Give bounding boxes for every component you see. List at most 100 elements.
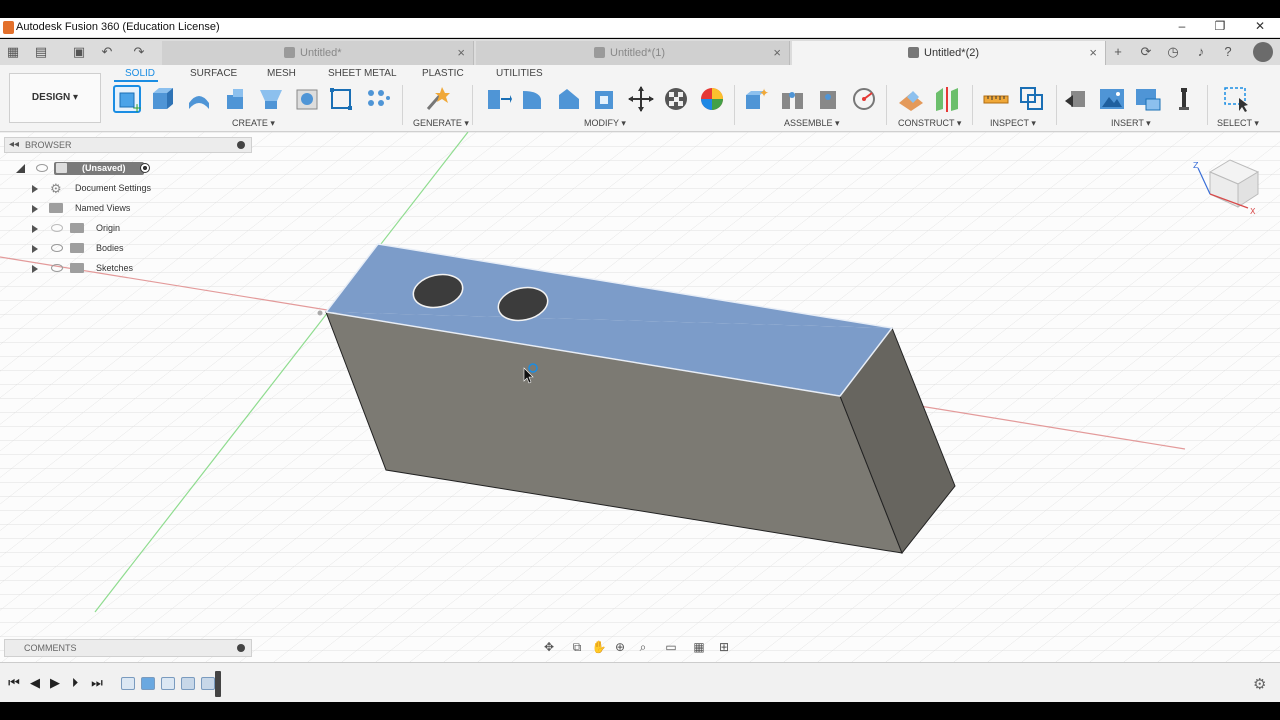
create-sketch-icon[interactable]: +	[113, 85, 142, 115]
redo-icon[interactable]: ↷	[130, 43, 148, 61]
tab-untitled-1[interactable]: Untitled*(1) ×	[476, 41, 790, 65]
measure-ruler-icon[interactable]	[982, 85, 1010, 113]
move-copy-icon[interactable]	[627, 85, 655, 113]
appearance-checker-icon[interactable]	[662, 85, 690, 113]
panel-pin-icon[interactable]	[237, 141, 245, 149]
expand-triangle-icon[interactable]	[32, 265, 38, 273]
display-settings-icon[interactable]: ▭	[662, 640, 680, 654]
tab-close-icon[interactable]: ×	[1089, 45, 1097, 60]
go-to-start-icon[interactable]: ⏮	[6, 675, 22, 691]
design-workspace-button[interactable]: DESIGN ▾	[9, 73, 101, 123]
offset-plane-icon[interactable]	[897, 85, 925, 113]
midplane-icon[interactable]	[933, 85, 961, 113]
visibility-eye-icon[interactable]	[51, 244, 63, 252]
help-icon[interactable]: ?	[1219, 43, 1237, 61]
visibility-eye-icon[interactable]	[36, 164, 48, 172]
grid-settings-icon[interactable]: ▦	[690, 640, 708, 654]
tab-utilities[interactable]: UTILITIES	[496, 68, 543, 79]
viewports-icon[interactable]: ⊞	[715, 640, 733, 654]
select-window-icon[interactable]	[1222, 85, 1250, 113]
timeline-hole-feature[interactable]	[201, 677, 215, 690]
orbit-icon[interactable]: ✥	[540, 640, 558, 654]
pattern-icon[interactable]	[363, 85, 391, 113]
as-built-joint-icon[interactable]	[814, 85, 842, 113]
step-back-icon[interactable]: ◀	[27, 675, 43, 691]
pan-hand-icon[interactable]: ✋	[590, 640, 608, 654]
new-component-icon[interactable]: ✦	[743, 85, 771, 113]
physical-material-icon[interactable]	[698, 85, 726, 113]
notifications-bell-icon[interactable]: ♪	[1192, 43, 1210, 61]
revolve-icon[interactable]	[185, 85, 213, 113]
tab-surface[interactable]: SURFACE	[190, 68, 237, 79]
timeline-sketch-feature[interactable]	[121, 677, 135, 690]
minimize-button[interactable]: –	[1172, 19, 1192, 33]
tab-close-icon[interactable]: ×	[773, 45, 781, 60]
browser-item-document-settings[interactable]: ⚙ Document Settings	[32, 181, 252, 197]
close-button[interactable]: ✕	[1250, 19, 1270, 33]
modify-group-label[interactable]: MODIFY ▾	[584, 118, 626, 129]
expand-triangle-icon[interactable]	[32, 225, 38, 233]
tab-mesh[interactable]: MESH	[267, 68, 296, 79]
new-tab-plus-icon[interactable]: +	[1109, 43, 1127, 61]
expand-triangle-icon[interactable]	[32, 245, 38, 253]
data-panel-grid-icon[interactable]: ▦	[4, 43, 22, 61]
maximize-button[interactable]: ❐	[1210, 19, 1230, 33]
expand-triangle-icon[interactable]	[32, 205, 38, 213]
extensions-icon[interactable]: ⟳	[1137, 43, 1155, 61]
tab-solid[interactable]: SOLID	[125, 68, 155, 79]
generative-design-wand-icon[interactable]	[422, 85, 450, 113]
generate-group-label[interactable]: GENERATE ▾	[413, 118, 469, 129]
visibility-eye-hidden-icon[interactable]	[51, 224, 63, 232]
job-status-icon[interactable]: ◷	[1164, 43, 1182, 61]
look-at-icon[interactable]: ⧉	[568, 640, 586, 655]
tab-close-icon[interactable]: ×	[457, 45, 465, 60]
activate-radio-icon[interactable]	[140, 163, 150, 173]
joint-icon[interactable]	[779, 85, 807, 113]
decal-image-icon[interactable]	[1098, 85, 1126, 113]
extrude-icon[interactable]	[149, 85, 177, 113]
tab-untitled[interactable]: Untitled* ×	[162, 41, 474, 65]
tab-sheet-metal[interactable]: SHEET METAL	[328, 68, 397, 79]
collapse-triangle-icon[interactable]	[16, 164, 25, 173]
timeline-hole-feature[interactable]	[181, 677, 195, 690]
go-to-end-icon[interactable]: ⏭	[89, 675, 105, 691]
expand-triangle-icon[interactable]	[32, 185, 38, 193]
step-forward-icon[interactable]: ⏵	[67, 675, 83, 691]
insert-group-label[interactable]: INSERT ▾	[1111, 118, 1151, 129]
fit-zoom-icon[interactable]: ⌕	[634, 640, 652, 655]
select-group-label[interactable]: SELECT ▾	[1217, 118, 1259, 129]
play-icon[interactable]: ▶	[47, 675, 63, 691]
loft-icon[interactable]	[257, 85, 285, 113]
fillet-icon[interactable]	[519, 85, 547, 113]
visibility-eye-icon[interactable]	[51, 264, 63, 272]
insert-derive-icon[interactable]	[1063, 85, 1091, 113]
browser-item-bodies[interactable]: Bodies	[32, 241, 252, 257]
rectangle-pattern-icon[interactable]	[327, 85, 355, 113]
timeline-marker[interactable]	[215, 671, 221, 697]
chamfer-icon[interactable]	[555, 85, 583, 113]
undo-icon[interactable]: ↶	[98, 43, 116, 61]
comments-panel-header[interactable]: COMMENTS	[4, 639, 252, 657]
shell-icon[interactable]	[591, 85, 619, 113]
browser-item-named-views[interactable]: Named Views	[32, 201, 252, 217]
construct-group-label[interactable]: CONSTRUCT ▾	[898, 118, 961, 129]
canvas-image-icon[interactable]	[1134, 85, 1162, 113]
tab-untitled-2[interactable]: Untitled*(2) ×	[792, 41, 1106, 65]
timeline-settings-gear-icon[interactable]: ⚙	[1253, 675, 1266, 693]
create-group-label[interactable]: CREATE ▾	[232, 118, 275, 129]
tab-plastic[interactable]: PLASTIC	[422, 68, 464, 79]
timeline-sketch-feature[interactable]	[161, 677, 175, 690]
interference-icon[interactable]	[1018, 85, 1046, 113]
hole-icon[interactable]	[293, 85, 321, 113]
timeline-extrude-feature[interactable]	[141, 677, 155, 690]
browser-item-origin[interactable]: Origin	[32, 221, 252, 237]
sweep-icon[interactable]	[221, 85, 249, 113]
user-avatar[interactable]	[1253, 42, 1273, 62]
collapse-panel-icon[interactable]: ◂◂	[9, 139, 19, 150]
insert-mcmaster-bolt-icon[interactable]	[1170, 85, 1198, 113]
browser-panel-header[interactable]: ◂◂ BROWSER	[4, 137, 252, 153]
assemble-group-label[interactable]: ASSEMBLE ▾	[784, 118, 840, 129]
motion-study-icon[interactable]	[850, 85, 878, 113]
save-icon[interactable]: ▣	[70, 43, 88, 61]
press-pull-icon[interactable]	[484, 85, 512, 113]
